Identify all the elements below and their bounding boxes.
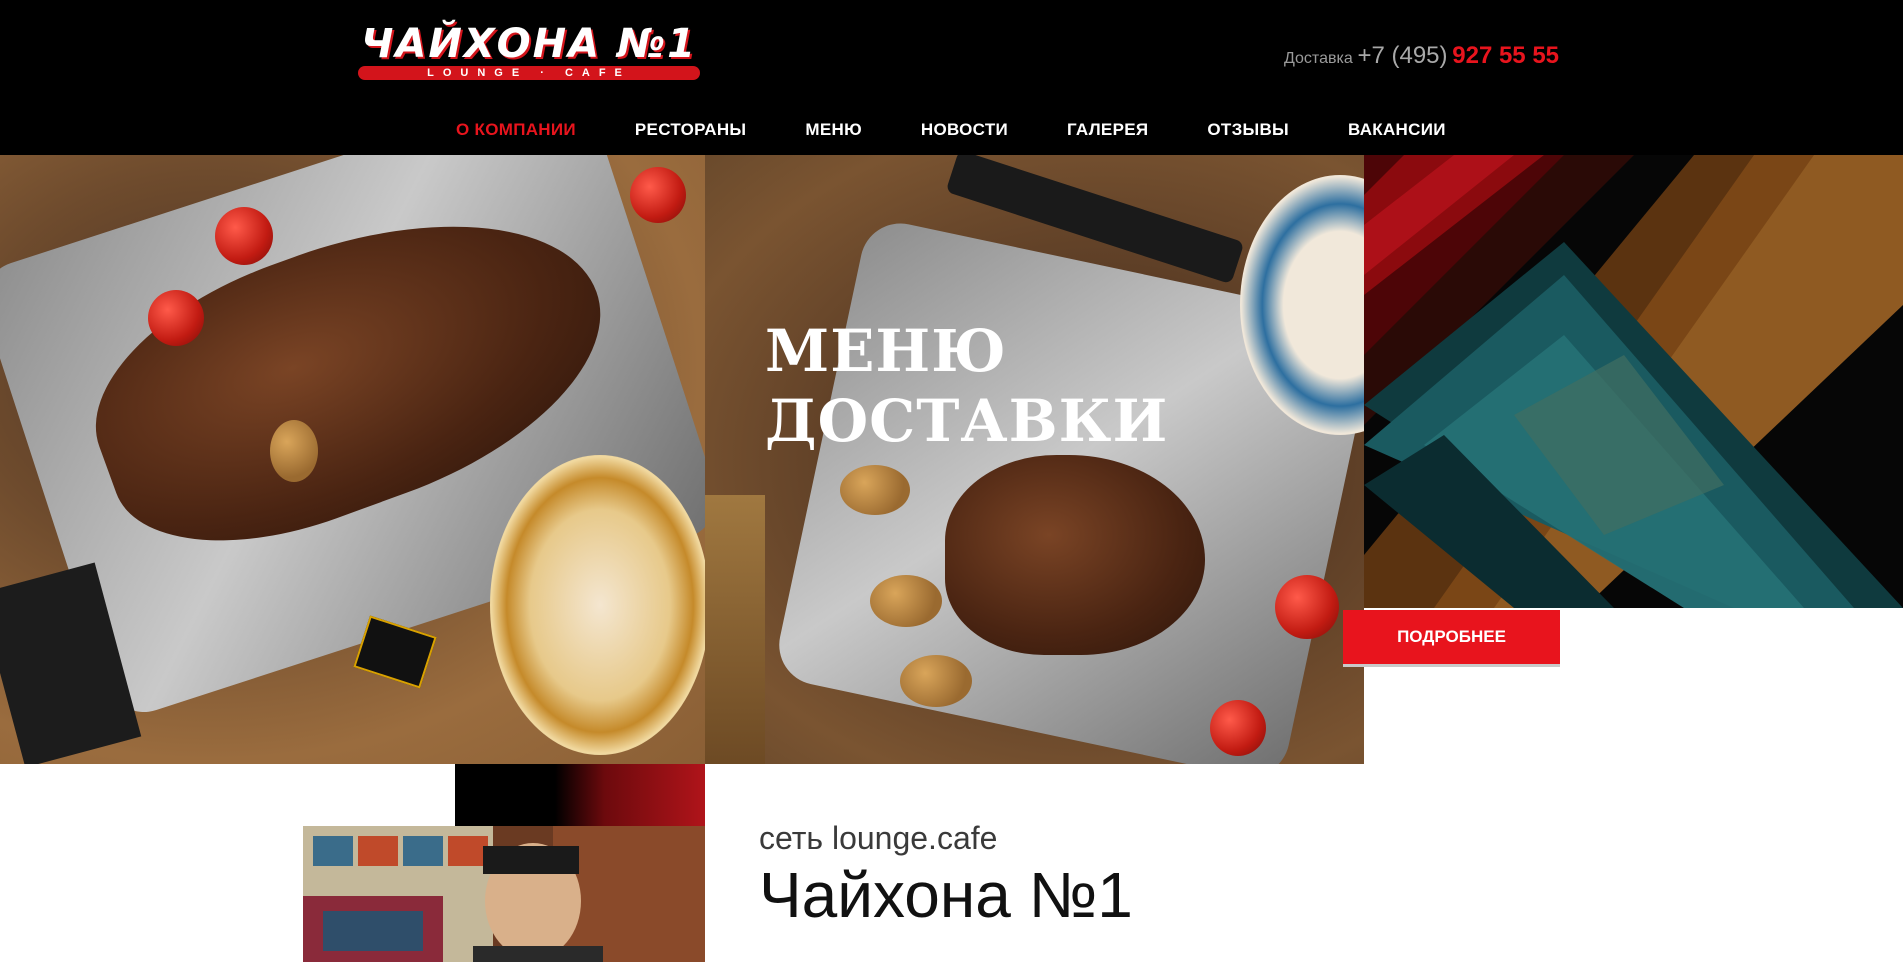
tomato bbox=[630, 167, 686, 223]
nav-item-gallery[interactable]: ГАЛЕРЕЯ bbox=[1067, 116, 1148, 144]
photo-decoration bbox=[455, 764, 705, 826]
nav-item-about[interactable]: О КОМПАНИИ bbox=[456, 116, 576, 144]
phone-code: +7 (495) bbox=[1357, 42, 1448, 69]
hero-food-photo-left bbox=[0, 155, 727, 764]
about-title: Чайхона №1 bbox=[759, 859, 1133, 931]
potato bbox=[270, 420, 318, 482]
brand-logo[interactable]: ЧАЙХОНА №1 LOUNGE · CAFE bbox=[352, 22, 706, 82]
hero-title-line1: МЕНЮ bbox=[765, 316, 1007, 385]
nav-item-restaurants[interactable]: РЕСТОРАНЫ bbox=[635, 116, 746, 144]
hero-title-line2: ДОСТАВКИ bbox=[765, 386, 1169, 455]
logo-title: ЧАЙХОНА №1 bbox=[361, 21, 697, 67]
site-header: ЧАЙХОНА №1 LOUNGE · CAFE Доставка +7 (49… bbox=[0, 0, 1903, 155]
nav-item-news[interactable]: НОВОСТИ bbox=[921, 116, 1008, 144]
nav-item-reviews[interactable]: ОТЗЫВЫ bbox=[1207, 116, 1289, 144]
hero-title: МЕНЮ ДОСТАВКИ bbox=[765, 316, 1185, 456]
tomato bbox=[215, 207, 273, 265]
delivery-label: Доставка bbox=[1284, 50, 1353, 67]
potato bbox=[900, 655, 972, 707]
nav-item-menu[interactable]: МЕНЮ bbox=[805, 116, 862, 144]
tomato bbox=[148, 290, 204, 346]
hero-food-photo-right bbox=[705, 155, 1364, 764]
diagonal-stripes-graphic bbox=[1364, 155, 1903, 608]
main-nav: О КОМПАНИИ РЕСТОРАНЫ МЕНЮ НОВОСТИ ГАЛЕРЕ… bbox=[456, 116, 1505, 144]
nav-item-vacancies[interactable]: ВАКАНСИИ bbox=[1348, 116, 1446, 144]
logo-subtitle: LOUNGE · CAFE bbox=[427, 67, 631, 79]
phone-number: 927 55 55 bbox=[1452, 42, 1560, 69]
delivery-phone[interactable]: Доставка +7 (495) 927 55 55 bbox=[1284, 42, 1560, 72]
more-details-button[interactable]: ПОДРОБНЕЕ bbox=[1343, 610, 1560, 664]
matchbox bbox=[353, 615, 437, 689]
decorative-pattern bbox=[1364, 155, 1903, 608]
tomato bbox=[1210, 700, 1266, 756]
founder-photo bbox=[303, 826, 705, 962]
hero-banner[interactable]: МЕНЮ ДОСТАВКИ bbox=[0, 155, 1364, 764]
about-subtitle: сеть lounge.cafe bbox=[759, 820, 998, 856]
kebab-skewers bbox=[705, 495, 765, 764]
potato bbox=[840, 465, 910, 515]
onion-plate bbox=[490, 455, 710, 755]
founder-photo-graphic bbox=[303, 826, 705, 962]
potato bbox=[870, 575, 942, 627]
tomato bbox=[1275, 575, 1339, 639]
